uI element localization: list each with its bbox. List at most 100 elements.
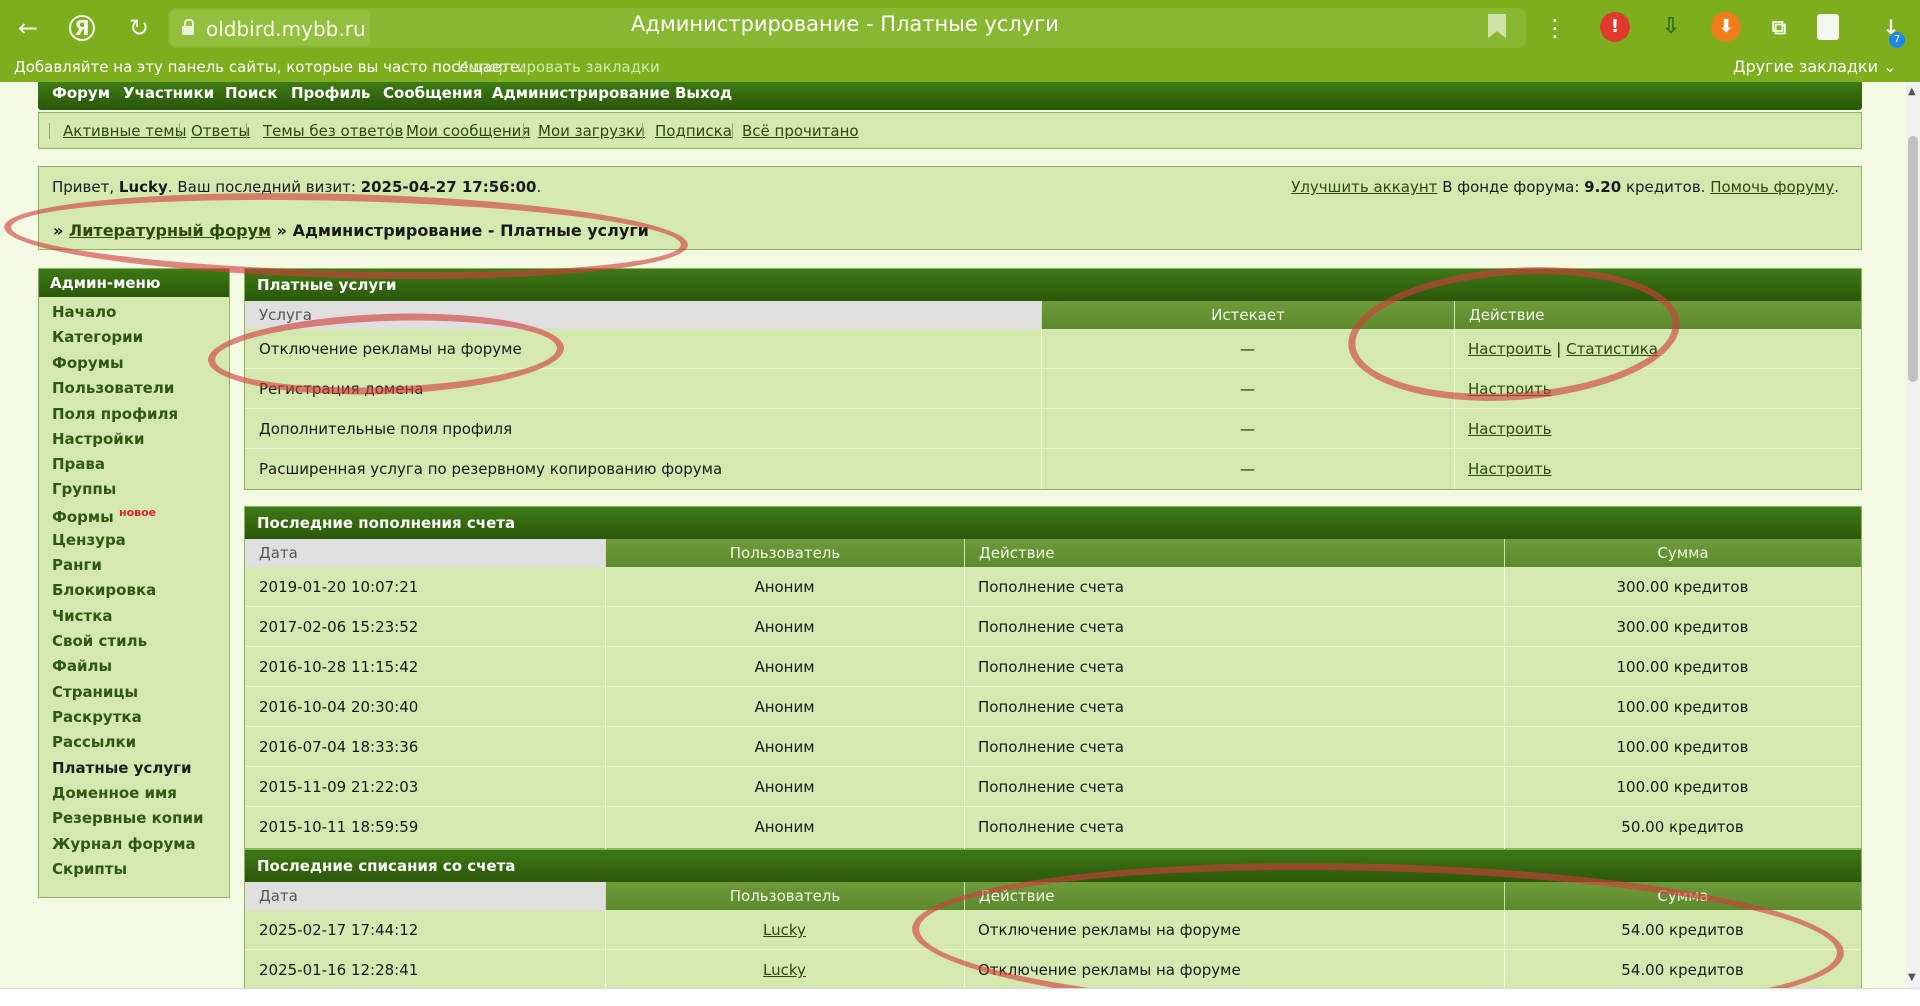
service-actions: Настроить [1454,369,1861,408]
cell-date: 2015-11-09 21:22:03 [259,778,419,796]
menu-members[interactable]: Участники [123,84,214,102]
scroll-thumb[interactable] [1908,136,1918,382]
user-link[interactable]: Lucky [763,961,806,979]
sidebar-item-profile-fields[interactable]: Поля профиля [52,405,178,423]
upgrade-account-link[interactable]: Улучшить аккаунт [1291,178,1437,196]
breadcrumb-forum-link[interactable]: Литературный форум [69,221,271,240]
link-answers[interactable]: Ответы [191,122,250,140]
sidebar-title: Админ-меню [39,269,229,297]
sidebar-item-promotion[interactable]: Раскрутка [52,708,142,726]
deposits-panel: Последние пополнения счета Дата Пользова… [244,506,1862,849]
cell-sum: 54.00 кредитов [1621,921,1744,939]
sidebar-item-users[interactable]: Пользователи [52,379,174,397]
menu-profile[interactable]: Профиль [291,84,370,102]
cell-sum: 300.00 кредитов [1616,578,1749,596]
menu-search[interactable]: Поиск [225,84,277,102]
configure-link[interactable]: Настроить [1468,460,1551,478]
sidebar-item-mailings[interactable]: Рассылки [52,733,136,751]
menu-admin[interactable]: Администрирование [492,84,670,102]
menu-logout[interactable]: Выход [675,84,732,102]
help-forum-link[interactable]: Помочь форуму [1710,178,1834,196]
sidebar-item-cleanup[interactable]: Чистка [52,607,113,625]
last-visit-time: 2025-04-27 17:56:00 [360,178,537,196]
link-my-posts[interactable]: Мои сообщения [406,122,530,140]
sidebar-item-paid-services[interactable]: Платные услуги [52,759,191,777]
configure-link[interactable]: Настроить [1468,340,1551,358]
downloader-extension-icon[interactable]: ⬇ [1711,12,1741,42]
table-row: 2015-11-09 21:22:03 Аноним Пополнение сч… [245,767,1861,807]
sidebar-item-categories[interactable]: Категории [52,328,143,346]
other-bookmarks-button[interactable]: Другие закладки ⌄ [1733,57,1896,76]
adblock-extension-icon[interactable]: ! [1600,12,1630,42]
url-text: oldbird.mybb.ru [206,17,366,41]
download-helper-icon[interactable]: ⇩ [1656,12,1686,42]
divider [391,123,392,139]
cell-user: Lucky [605,910,964,949]
cell-date: 2016-10-04 20:30:40 [259,698,419,716]
admin-sidebar: Админ-меню Начало Категории Форумы Польз… [38,268,230,898]
sidebar-item-forums[interactable]: Форумы [52,354,124,372]
document-icon[interactable] [1817,14,1839,40]
sidebar-item-backups[interactable]: Резервные копии [52,809,203,827]
breadcrumb-current: » Администрирование - Платные услуги [276,221,649,240]
sidebar-item-settings[interactable]: Настройки [52,430,145,448]
service-name: Расширенная услуга по резервному копиров… [259,460,723,478]
cell-date: 2016-07-04 18:33:36 [259,738,419,756]
link-subscriptions[interactable]: Подписка [655,122,732,140]
sidebar-item-scripts[interactable]: Скрипты [52,860,127,878]
cell-user: Аноним [754,578,815,596]
table-row: 2017-02-06 15:23:52 Аноним Пополнение сч… [245,607,1861,647]
last-visit-label: . Ваш последний визит: [167,178,356,196]
col-date: Дата [245,882,605,910]
scroll-down-icon[interactable]: ▼ [1908,972,1916,983]
fund-value: 9.20 [1584,178,1622,196]
reload-icon[interactable]: ↻ [124,13,154,43]
cell-user: Аноним [754,818,815,836]
site-chip[interactable]: oldbird.mybb.ru [170,10,370,46]
menu-messages[interactable]: Сообщения [383,84,482,102]
page-scrollbar[interactable]: ▲ ▼ [1906,82,1920,988]
configure-link[interactable]: Настроить [1468,420,1551,438]
col-expires: Истекает [1041,301,1454,329]
sidebar-item-files[interactable]: Файлы [52,657,112,675]
col-service: Услуга [245,301,1041,329]
cell-action: Пополнение счета [978,618,1124,636]
sidebar-item-bans[interactable]: Блокировка [52,581,156,599]
statistics-link[interactable]: Статистика [1566,340,1658,358]
sidebar-item-domain[interactable]: Доменное имя [52,784,177,802]
sidebar-item-ranks[interactable]: Ранги [52,556,102,574]
import-bookmarks-link[interactable]: Импортировать закладки [457,58,660,76]
cell-date: 2015-10-11 18:59:59 [259,818,419,836]
cell-date: 2019-01-20 10:07:21 [259,578,419,596]
col-sum: Сумма [1504,882,1861,910]
sidebar-item-forum-log[interactable]: Журнал форума [52,835,196,853]
sidebar-item-groups[interactable]: Группы [52,480,116,498]
divider [246,123,247,139]
bottom-strip [0,988,1920,1006]
sidebar-item-pages[interactable]: Страницы [52,683,138,701]
col-action: Действие [964,539,1504,567]
link-active-topics[interactable]: Активные темы [63,122,186,140]
scroll-up-icon[interactable]: ▲ [1908,86,1916,97]
menu-icon[interactable]: ⋮ [1540,13,1570,43]
menu-forum[interactable]: Форум [52,84,110,102]
service-expires: — [1240,420,1255,438]
link-my-uploads[interactable]: Мои загрузки [538,122,645,140]
service-name: Отключение рекламы на форуме [259,340,522,358]
yandex-icon[interactable]: Я [69,15,95,41]
sidebar-item-start[interactable]: Начало [52,303,116,321]
sidebar-item-forms[interactable]: Формы новое [52,506,156,526]
link-unanswered[interactable]: Темы без ответов [263,122,403,140]
page-title-tab: Администрирование - Платные услуги [631,12,1059,36]
user-link[interactable]: Lucky [763,921,806,939]
link-mark-all-read[interactable]: Всё прочитано [742,122,859,140]
sidebar-item-permissions[interactable]: Права [52,455,105,473]
collections-icon[interactable]: ⧉ [1764,12,1794,42]
table-row: 2016-10-28 11:15:42 Аноним Пополнение сч… [245,647,1861,687]
back-icon[interactable]: ← [13,13,43,43]
cell-sum: 100.00 кредитов [1616,698,1749,716]
configure-link[interactable]: Настроить [1468,380,1551,398]
sidebar-item-censorship[interactable]: Цензура [52,531,126,549]
sidebar-item-custom-style[interactable]: Свой стиль [52,632,147,650]
cell-action: Пополнение счета [978,778,1124,796]
